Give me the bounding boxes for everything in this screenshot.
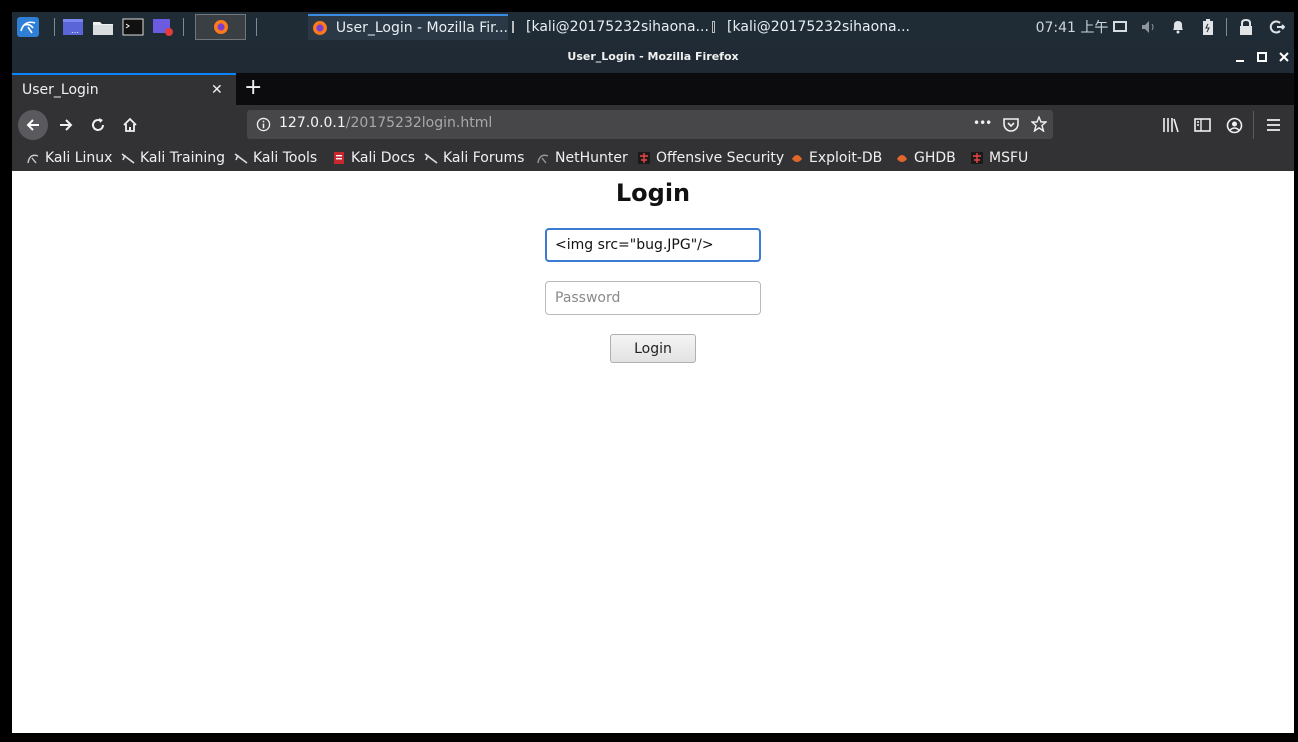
kali-dragon-icon bbox=[537, 154, 549, 164]
home-icon bbox=[123, 117, 137, 132]
reload-icon bbox=[92, 118, 104, 131]
bookmarks-toolbar: Kali Linux Kali Training Kali Tools Kali… bbox=[12, 145, 1294, 171]
page-title: Login bbox=[615, 179, 691, 207]
bookmark-ghdb[interactable]: GHDB bbox=[895, 148, 956, 168]
task-terminal-2[interactable]: [kali@20175232sihaona... bbox=[710, 14, 910, 40]
bookmark-exploit-db[interactable]: Exploit-DB bbox=[790, 148, 882, 168]
bookmark-label: Kali Docs bbox=[351, 150, 416, 166]
firefox-icon bbox=[213, 20, 228, 34]
screen-recorder-icon[interactable] bbox=[152, 17, 174, 37]
firefox-launcher[interactable] bbox=[195, 14, 246, 40]
url-host: 127.0.0.1 bbox=[279, 115, 346, 131]
maximize-button[interactable] bbox=[1254, 49, 1270, 65]
bookmark-msfu[interactable]: MSFU bbox=[970, 148, 1028, 168]
forward-arrow-icon bbox=[60, 119, 73, 131]
task-label: [kali@20175232sihaona... bbox=[526, 19, 708, 35]
forward-button[interactable] bbox=[52, 111, 80, 139]
tab-user-login[interactable]: User_Login ✕ bbox=[12, 73, 236, 105]
nav-toolbar: 127.0.0.1/20175232login.html ••• bbox=[12, 105, 1294, 145]
lock-screen-icon[interactable] bbox=[1238, 17, 1254, 37]
terminal-icon bbox=[512, 21, 514, 33]
offsec-icon bbox=[971, 152, 983, 164]
terminal-icon bbox=[712, 21, 716, 33]
sidebar-icon[interactable] bbox=[1194, 117, 1212, 133]
task-firefox[interactable]: User_Login - Mozilla Fir... bbox=[308, 14, 508, 40]
bookmark-label: Kali Forums bbox=[443, 150, 525, 166]
task-terminal-1[interactable]: [kali@20175232sihaona... bbox=[510, 14, 708, 40]
logout-icon[interactable] bbox=[1268, 17, 1286, 37]
password-input[interactable] bbox=[545, 281, 761, 315]
notification-bell-icon[interactable] bbox=[1170, 17, 1186, 37]
login-button[interactable]: Login bbox=[610, 334, 696, 363]
username-input[interactable] bbox=[545, 228, 761, 262]
tab-title: User_Login bbox=[22, 82, 99, 98]
bookmark-offensive-security[interactable]: Offensive Security bbox=[637, 148, 784, 168]
bookmark-kali-forums[interactable]: Kali Forums bbox=[424, 148, 524, 168]
bookmark-label: Exploit-DB bbox=[809, 150, 883, 166]
new-tab-button[interactable]: + bbox=[244, 75, 262, 100]
bookmark-kali-training[interactable]: Kali Training bbox=[121, 148, 225, 168]
hamburger-menu-icon[interactable] bbox=[1266, 118, 1281, 132]
task-label: [kali@20175232sihaona... bbox=[727, 19, 910, 35]
volume-icon[interactable] bbox=[1140, 17, 1158, 37]
bookmark-label: Kali Training bbox=[140, 150, 225, 166]
display-icon[interactable] bbox=[1112, 17, 1128, 37]
reload-button[interactable] bbox=[84, 111, 112, 139]
home-button[interactable] bbox=[116, 111, 144, 139]
back-arrow-icon bbox=[26, 119, 39, 131]
bookmark-label: MSFU bbox=[989, 150, 1029, 166]
site-info-icon[interactable] bbox=[256, 117, 271, 132]
account-icon[interactable] bbox=[1226, 117, 1243, 134]
firefox-icon bbox=[312, 21, 327, 35]
url-bar[interactable]: 127.0.0.1/20175232login.html ••• bbox=[247, 110, 1053, 139]
url-path: /20175232login.html bbox=[345, 115, 493, 131]
kali-dragon-icon bbox=[234, 153, 248, 164]
terminal-icon[interactable] bbox=[122, 17, 144, 37]
kali-dragon-icon bbox=[121, 153, 135, 164]
exploit-db-icon bbox=[792, 155, 802, 162]
bookmark-label: Kali Linux bbox=[45, 150, 113, 166]
svg-text:…: … bbox=[71, 26, 79, 35]
minimize-button[interactable] bbox=[1232, 49, 1248, 65]
kali-dragon-icon bbox=[424, 153, 438, 164]
bookmark-star-icon[interactable] bbox=[1031, 116, 1047, 132]
bookmark-label: Kali Tools bbox=[253, 150, 318, 166]
exploit-db-icon bbox=[897, 155, 907, 162]
bookmark-nethunter[interactable]: NetHunter bbox=[536, 148, 628, 168]
bookmark-label: NetHunter bbox=[555, 150, 628, 166]
bookmark-kali-linux[interactable]: Kali Linux bbox=[26, 148, 112, 168]
kali-menu-icon[interactable] bbox=[15, 17, 41, 37]
bookmark-kali-docs[interactable]: Kali Docs bbox=[332, 148, 415, 168]
tab-strip: User_Login ✕ + bbox=[12, 73, 1294, 105]
url-text[interactable]: 127.0.0.1/20175232login.html bbox=[279, 115, 492, 131]
workspace-icon[interactable]: … bbox=[62, 17, 84, 37]
back-button[interactable] bbox=[18, 110, 48, 140]
window-titlebar[interactable]: User_Login - Mozilla Firefox bbox=[12, 42, 1294, 73]
close-window-button[interactable] bbox=[1276, 49, 1292, 65]
library-icon[interactable] bbox=[1162, 117, 1180, 133]
task-label: User_Login - Mozilla Fir... bbox=[335, 20, 508, 36]
window-title: User_Login - Mozilla Firefox bbox=[567, 50, 739, 63]
page-actions-icon[interactable]: ••• bbox=[973, 116, 992, 130]
pocket-icon[interactable] bbox=[1003, 117, 1019, 132]
kali-dragon-icon bbox=[27, 154, 39, 164]
docs-icon bbox=[334, 152, 344, 164]
offsec-icon bbox=[638, 152, 650, 164]
taskbar: … User_Login - Mozilla Fir... [kali@2017… bbox=[12, 12, 1294, 42]
bookmark-label: GHDB bbox=[914, 150, 956, 166]
clock[interactable]: 07:41 上午 bbox=[1032, 17, 1112, 37]
bookmark-label: Offensive Security bbox=[656, 150, 785, 166]
file-manager-icon[interactable] bbox=[92, 17, 114, 37]
close-tab-icon[interactable]: ✕ bbox=[211, 82, 223, 98]
bookmark-kali-tools[interactable]: Kali Tools bbox=[234, 148, 317, 168]
battery-icon[interactable] bbox=[1200, 17, 1216, 37]
page-content: Login Login bbox=[12, 171, 1294, 733]
